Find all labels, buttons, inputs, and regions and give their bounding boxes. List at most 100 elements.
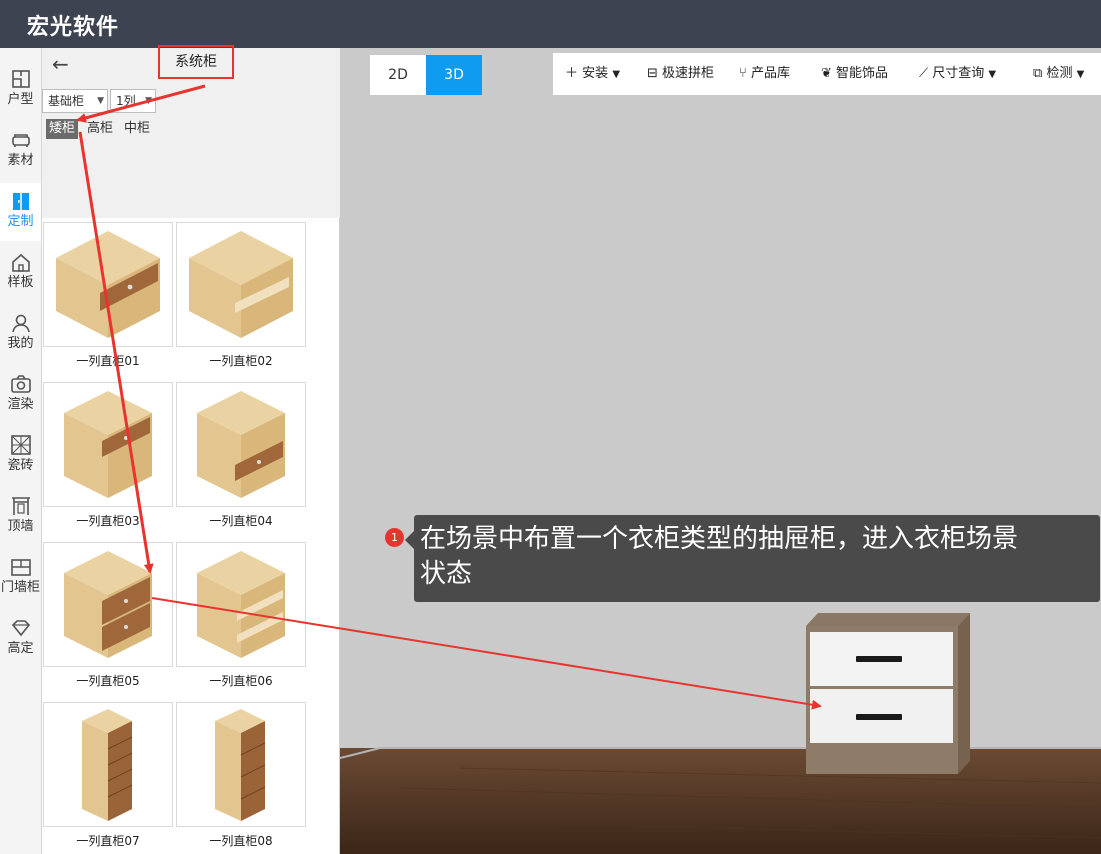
product-name: 一列直柜02 [209, 354, 273, 368]
toolbar-label: 智能饰品 [836, 66, 889, 81]
toolbar-label: 检测 [1046, 66, 1073, 81]
title-bar: 宏光软件 [0, 0, 1101, 48]
rail-item-mine[interactable]: 我的 [0, 305, 41, 363]
mode-2d-button[interactable]: 2D [370, 55, 426, 95]
user-icon [11, 314, 30, 333]
instruction-line-1: 在场景中布置一个衣柜类型的抽屉柜，进入衣柜场景 [420, 524, 1019, 554]
product-card[interactable]: 一列直柜06 [176, 542, 306, 702]
toolbar-product-library[interactable]: ⑂ 产品库 [739, 53, 790, 95]
subtab-mid-cabinet[interactable]: 中柜 [121, 119, 153, 139]
scene-render [340, 48, 1101, 854]
product-card[interactable]: 一列直柜03 [43, 382, 173, 542]
split-cabinet-icon: ⊟ [647, 66, 658, 81]
rail-label: 定制 [7, 214, 34, 229]
product-thumbnail [43, 382, 173, 507]
toolbar-size-query[interactable]: ⟋ 尺寸查询 ▼ [919, 53, 996, 95]
category-select[interactable]: 基础柜 ▼ [42, 89, 108, 113]
viewport-3d[interactable]: 2D 3D ＋ 安装 ▼ ⊟ 极速拼柜 ⑂ 产品库 ❦ 智能饰品 ⟋ 尺寸查询 … [340, 48, 1101, 854]
product-card[interactable]: 一列直柜02 [176, 222, 306, 382]
door-cabinet-icon [10, 559, 31, 576]
rail-label: 我的 [7, 336, 34, 351]
left-rail: 户型 素材 定制 样板 我的 渲染 瓷砖 顶墙 门墙柜 高定 [0, 48, 42, 854]
rail-item-template[interactable]: 样板 [0, 244, 41, 302]
product-icon: ⑂ [739, 66, 747, 81]
plus-icon: ＋ [565, 66, 579, 81]
chevron-down-icon: ▼ [612, 69, 621, 80]
rail-label: 样板 [7, 275, 34, 290]
instruction-tooltip: 在场景中布置一个衣柜类型的抽屉柜，进入衣柜场景 状态 [405, 515, 1100, 602]
toolbar-label: 尺寸查询 [932, 66, 985, 81]
column-select[interactable]: 1列 ▼ [110, 89, 156, 113]
toolbar-smart-decor[interactable]: ❦ 智能饰品 [821, 53, 888, 95]
catalog-panel: ← 系统柜 基础柜 ▼ 1列 ▼ 矮柜 高柜 中柜 一列直柜01 一列直柜02 … [42, 45, 340, 854]
product-name: 一列直柜05 [76, 674, 140, 688]
rail-label: 高定 [7, 641, 34, 656]
product-thumbnail [176, 222, 306, 347]
toolbar-install[interactable]: ＋ 安装 ▼ [565, 53, 620, 95]
panel-header: ← 系统柜 基础柜 ▼ 1列 ▼ 矮柜 高柜 中柜 [42, 45, 340, 218]
back-arrow-icon[interactable]: ← [52, 54, 76, 76]
subtab-tall-cabinet[interactable]: 高柜 [84, 119, 116, 139]
sofa-icon [11, 134, 30, 147]
panel-title: 系统柜 [158, 45, 234, 79]
product-thumbnail [176, 702, 306, 827]
floorplan-icon [11, 70, 30, 88]
ruler-icon: ⟋ [919, 66, 929, 81]
product-thumbnail [43, 222, 173, 347]
instruction-line-2: 状态 [420, 559, 473, 589]
toolbar-quick-cabinet[interactable]: ⊟ 极速拼柜 [647, 53, 714, 95]
rail-label: 瓷砖 [7, 458, 34, 473]
mode-3d-button[interactable]: 3D [426, 55, 482, 95]
column-select-value: 1列 [116, 94, 136, 108]
product-card[interactable]: 一列直柜04 [176, 382, 306, 542]
rail-item-floorplan[interactable]: 户型 [0, 61, 41, 119]
decor-icon: ❦ [821, 66, 832, 81]
rail-item-premium[interactable]: 高定 [0, 610, 41, 668]
chevron-down-icon: ▼ [988, 69, 997, 80]
rail-item-tile[interactable]: 瓷砖 [0, 427, 41, 485]
chevron-down-icon: ▼ [1076, 69, 1085, 80]
tile-icon [10, 435, 31, 455]
rail-label: 素材 [7, 153, 34, 168]
rail-item-door-cabinet[interactable]: 门墙柜 [0, 549, 41, 607]
product-thumbnail [176, 382, 306, 507]
ceiling-icon [11, 497, 30, 515]
app-title: 宏光软件 [27, 15, 120, 40]
product-thumbnail [43, 702, 173, 827]
rail-label: 顶墙 [7, 519, 34, 534]
product-thumbnail [176, 542, 306, 667]
diamond-icon [11, 620, 30, 637]
step-badge: 1 [385, 528, 404, 547]
rail-label: 户型 [7, 92, 34, 107]
rail-label: 渲染 [7, 397, 34, 412]
tooltip-pointer [405, 531, 414, 549]
rail-item-custom[interactable]: 定制 [0, 183, 41, 241]
subtab-low-cabinet[interactable]: 矮柜 [46, 119, 79, 139]
product-thumbnail [43, 542, 173, 667]
rail-label: 门墙柜 [0, 580, 40, 595]
house-icon [11, 253, 30, 272]
toolbar-detect[interactable]: ⧉ 检测 ▼ [1033, 53, 1084, 95]
toolbar-label: 产品库 [750, 66, 790, 81]
product-card[interactable]: 一列直柜01 [43, 222, 173, 382]
rail-item-ceiling[interactable]: 顶墙 [0, 488, 41, 546]
toolbar-label: 安装 [582, 66, 609, 81]
chevron-down-icon: ▼ [145, 96, 152, 106]
product-name: 一列直柜07 [76, 834, 140, 848]
product-name: 一列直柜04 [209, 514, 273, 528]
cabinet-icon [12, 193, 29, 210]
rail-item-material[interactable]: 素材 [0, 122, 41, 180]
camera-icon [10, 375, 31, 393]
category-select-value: 基础柜 [48, 94, 85, 108]
top-toolbar: ＋ 安装 ▼ ⊟ 极速拼柜 ⑂ 产品库 ❦ 智能饰品 ⟋ 尺寸查询 ▼ ⧉ 检测… [553, 53, 1101, 95]
product-name: 一列直柜01 [76, 354, 140, 368]
product-card[interactable]: 一列直柜08 [176, 702, 306, 854]
rail-item-render[interactable]: 渲染 [0, 366, 41, 424]
toolbar-label: 极速拼柜 [662, 66, 715, 81]
product-name: 一列直柜06 [209, 674, 273, 688]
product-name: 一列直柜03 [76, 514, 140, 528]
product-name: 一列直柜08 [209, 834, 273, 848]
product-card[interactable]: 一列直柜05 [43, 542, 173, 702]
product-card[interactable]: 一列直柜07 [43, 702, 173, 854]
chevron-down-icon: ▼ [97, 96, 104, 106]
